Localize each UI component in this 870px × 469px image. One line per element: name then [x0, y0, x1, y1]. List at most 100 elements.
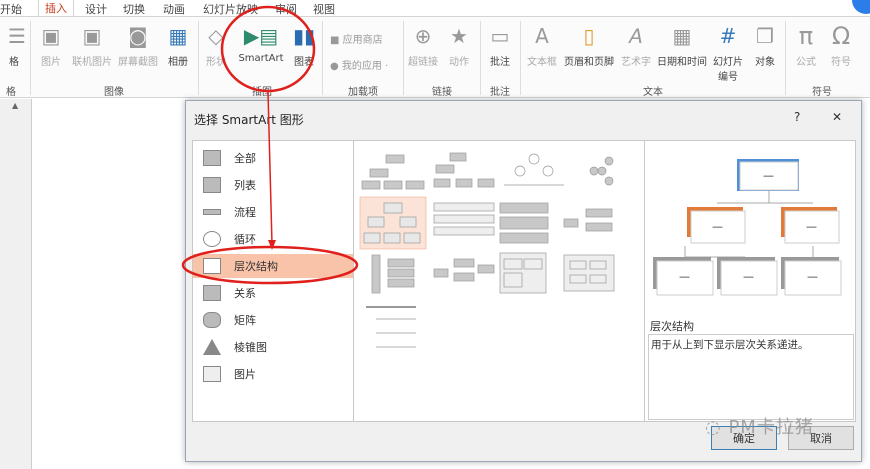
preview-box-bottom-3: — [807, 270, 818, 283]
slide-number-icon: # [719, 24, 737, 48]
layout-lined-list[interactable] [366, 306, 416, 348]
equation-button[interactable]: π 公式 [791, 22, 821, 68]
avatar[interactable] [852, 0, 870, 14]
online-picture-button[interactable]: ▣ 联机图片 [68, 23, 116, 68]
layout-stacked-list[interactable] [499, 202, 549, 244]
cycle-icon [203, 231, 221, 247]
close-button[interactable]: ✕ [832, 110, 842, 124]
category-pyramid[interactable]: 棱锥图 [203, 335, 353, 359]
textbox-icon: A [535, 24, 549, 48]
layout-org-chart[interactable] [361, 154, 425, 190]
action-button[interactable]: ★ 动作 [446, 23, 472, 68]
layout-name-title-org[interactable] [433, 152, 495, 188]
datetime-button[interactable]: ▦ 日期和时间 [654, 23, 710, 68]
tab-home[interactable]: 开始 [0, 1, 22, 17]
chart-button[interactable]: ▮▮ 图表 [291, 23, 317, 68]
hyperlink-button[interactable]: ⊕ 超链接 [406, 23, 440, 68]
object-button[interactable]: ❐ 对象 [750, 23, 780, 68]
object-icon: ❐ [756, 24, 774, 48]
pyramid-icon [203, 339, 221, 355]
picture-button[interactable]: ▣ 图片 [36, 23, 66, 68]
divider [30, 21, 31, 95]
process-icon [203, 209, 221, 215]
tab-animations[interactable]: 动画 [163, 1, 185, 17]
dialog-title: 选择 SmartArt 图形 [194, 113, 304, 127]
star-icon: ★ [450, 24, 468, 48]
album-icon: ▦ [168, 24, 188, 48]
layout-nested[interactable] [499, 252, 547, 294]
category-list: 全部 列表 流程 循环 层次结构 关系 矩阵 棱锥图 图片 [192, 140, 354, 422]
layout-horizontal-hierarchy[interactable] [563, 208, 613, 232]
category-picture[interactable]: 图片 [203, 362, 353, 386]
smartart-button[interactable]: ▶▤ SmartArt [235, 23, 287, 64]
divider [480, 21, 481, 95]
store-button[interactable]: ■ 应用商店 [330, 31, 383, 46]
tab-design[interactable]: 设计 [85, 1, 107, 17]
picture-icon [203, 366, 221, 382]
shapes-icon: ◇ [208, 24, 224, 48]
layout-table-hierarchy[interactable] [433, 202, 495, 236]
group-label-illustrations: 插图 [252, 87, 272, 98]
divider [198, 21, 199, 95]
preview-description: 用于从上到下显示层次关系递进。 [648, 334, 854, 420]
symbol-button[interactable]: Ω 符号 [826, 22, 856, 68]
my-apps-button[interactable]: ● 我的应用 · [330, 57, 388, 72]
category-relationship[interactable]: 关系 [203, 281, 353, 305]
tab-insert[interactable]: 插入 [38, 0, 74, 16]
preview-pane: — — — — — — 层次结构 用于从上到下显示层次关系递进。 [644, 140, 856, 422]
all-icon [203, 150, 221, 166]
category-list-item[interactable]: 列表 [203, 173, 353, 197]
textbox-button[interactable]: A 文本框 [524, 23, 560, 68]
category-process[interactable]: 流程 [203, 200, 353, 224]
divider [520, 21, 521, 95]
preview-title: 层次结构 [650, 320, 694, 333]
layout-vertical-bracket[interactable] [371, 254, 415, 294]
group-label-comments: 批注 [490, 87, 510, 98]
preview-box-bottom-1: — [679, 270, 690, 283]
hierarchy-preview [653, 159, 842, 296]
online-picture-icon: ▣ [82, 24, 102, 48]
preview-box-right: — [806, 220, 817, 233]
layout-labeled-hierarchy[interactable] [589, 156, 614, 186]
comment-button[interactable]: ▭ 批注 [487, 23, 513, 68]
preview-box-bottom-2: — [743, 270, 754, 283]
divider [322, 21, 323, 95]
pi-icon: π [798, 22, 814, 50]
tab-view[interactable]: 视图 [313, 1, 335, 17]
tab-review[interactable]: 审阅 [275, 1, 297, 17]
shapes-button[interactable]: ◇ 形状 [203, 23, 229, 68]
picture-icon: ▣ [41, 24, 61, 48]
tab-slideshow[interactable]: 幻灯片放映 [203, 1, 258, 17]
calendar-icon: ▦ [672, 24, 692, 48]
help-button[interactable]: ? [794, 110, 800, 124]
layout-horizontal-org[interactable] [433, 258, 495, 282]
table-icon: ☰ [8, 24, 26, 48]
preview-box-top: — [763, 169, 774, 182]
category-cycle[interactable]: 循环 [203, 227, 353, 251]
tab-transitions[interactable]: 切换 [123, 1, 145, 17]
header-footer-button[interactable]: ▯ 页眉和页脚 [561, 23, 617, 68]
omega-icon: Ω [831, 22, 851, 50]
ribbon-tabs: 开始 插入 设计 切换 动画 幻灯片放映 审阅 视图 [0, 0, 870, 16]
wordart-icon: 𝘈 [629, 24, 643, 48]
scroll-up-icon[interactable]: ▲ [12, 101, 18, 110]
list-icon [203, 177, 221, 193]
relationship-icon [203, 285, 221, 301]
category-hierarchy[interactable]: 层次结构 [193, 254, 353, 278]
matrix-icon [203, 312, 221, 328]
screenshot-button[interactable]: ◙ 屏幕截图 [116, 23, 160, 68]
category-all[interactable]: 全部 [203, 146, 353, 170]
watermark: ◌ PM卡拉猪 [705, 417, 814, 438]
layout-circle-hierarchy[interactable] [504, 153, 564, 186]
category-matrix[interactable]: 矩阵 [203, 308, 353, 332]
album-button[interactable]: ▦ 相册 [163, 23, 193, 68]
layout-gallery [353, 140, 645, 422]
wordart-button[interactable]: 𝘈 艺术字 [618, 23, 654, 68]
slide-thumbnail-pane[interactable]: ▲ [0, 99, 32, 469]
layout-thumbnails [359, 152, 615, 348]
table-button[interactable]: ☰ 格 [4, 23, 26, 68]
layout-multi-level[interactable] [563, 254, 615, 292]
divider [403, 21, 404, 95]
slide-number-button[interactable]: # 幻灯片编号 [711, 23, 745, 83]
link-icon: ⊕ [414, 24, 432, 48]
